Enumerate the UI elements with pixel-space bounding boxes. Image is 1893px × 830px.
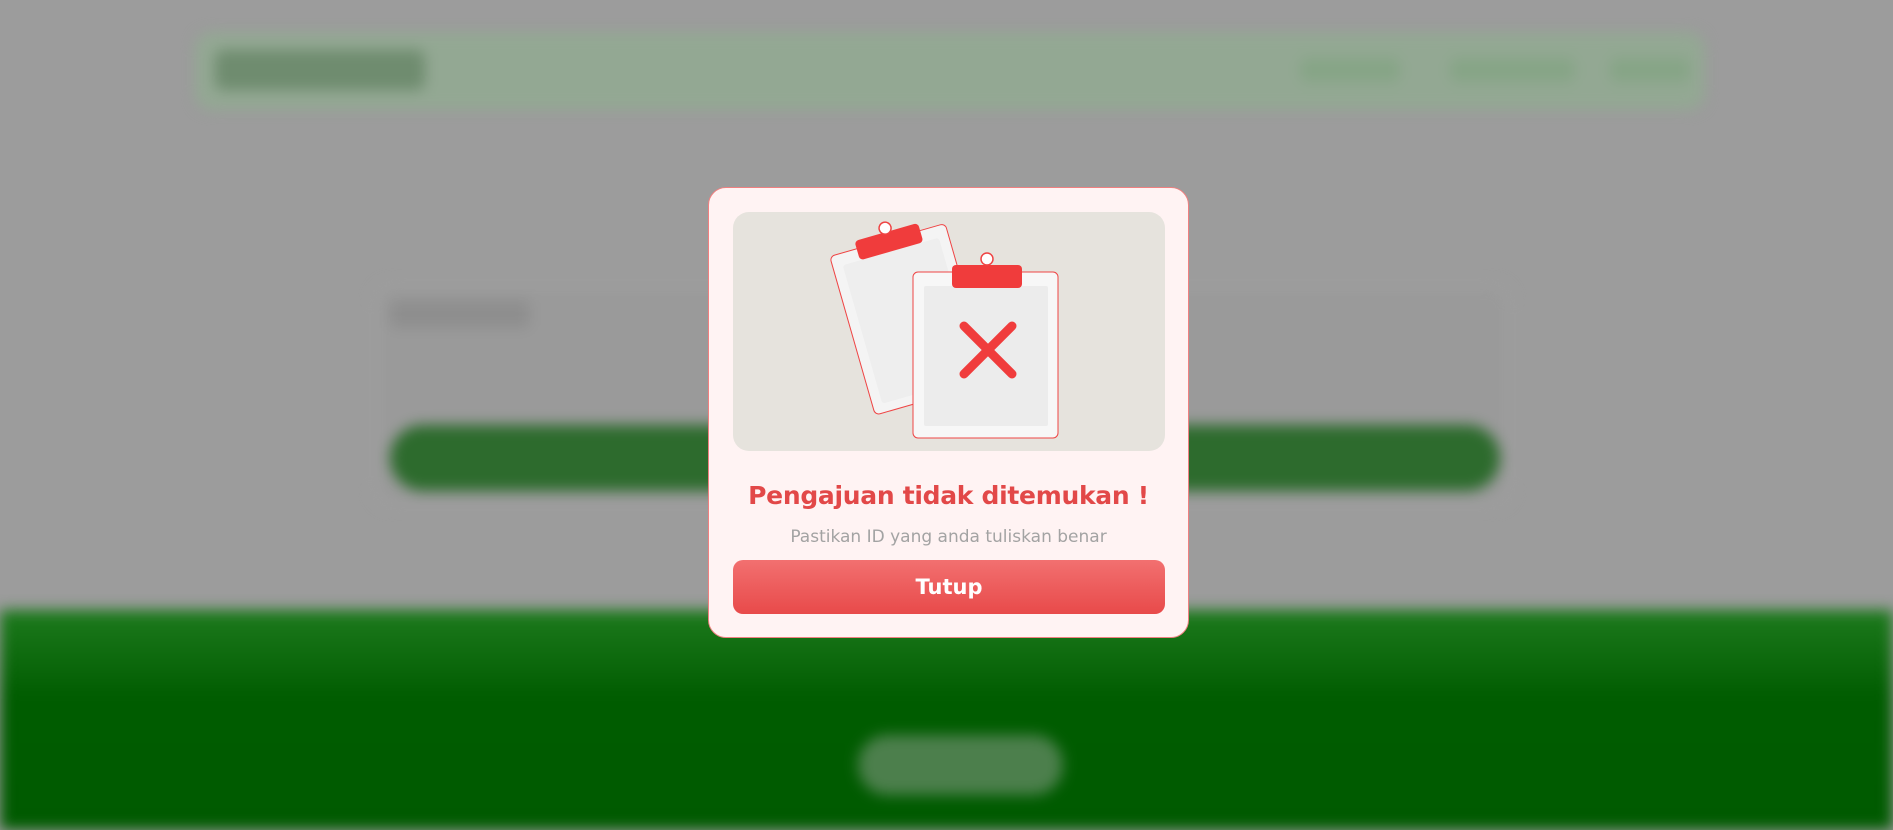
dialog-message: Pastikan ID yang anda tuliskan benar [790,527,1107,547]
not-found-dialog: Pengajuan tidak ditemukan ! Pastikan ID … [708,187,1189,638]
dialog-title: Pengajuan tidak ditemukan ! [748,481,1149,510]
background-card-heading [390,300,530,328]
background-logo [215,50,425,90]
clipboard-x-icon [733,212,1165,451]
background-nav-link [1610,58,1690,82]
background-footer-logo [858,735,1063,795]
background-nav-link [1300,58,1400,82]
background-footer [0,610,1893,830]
background-nav-link [1450,58,1575,82]
close-button[interactable]: Tutup [733,560,1165,614]
